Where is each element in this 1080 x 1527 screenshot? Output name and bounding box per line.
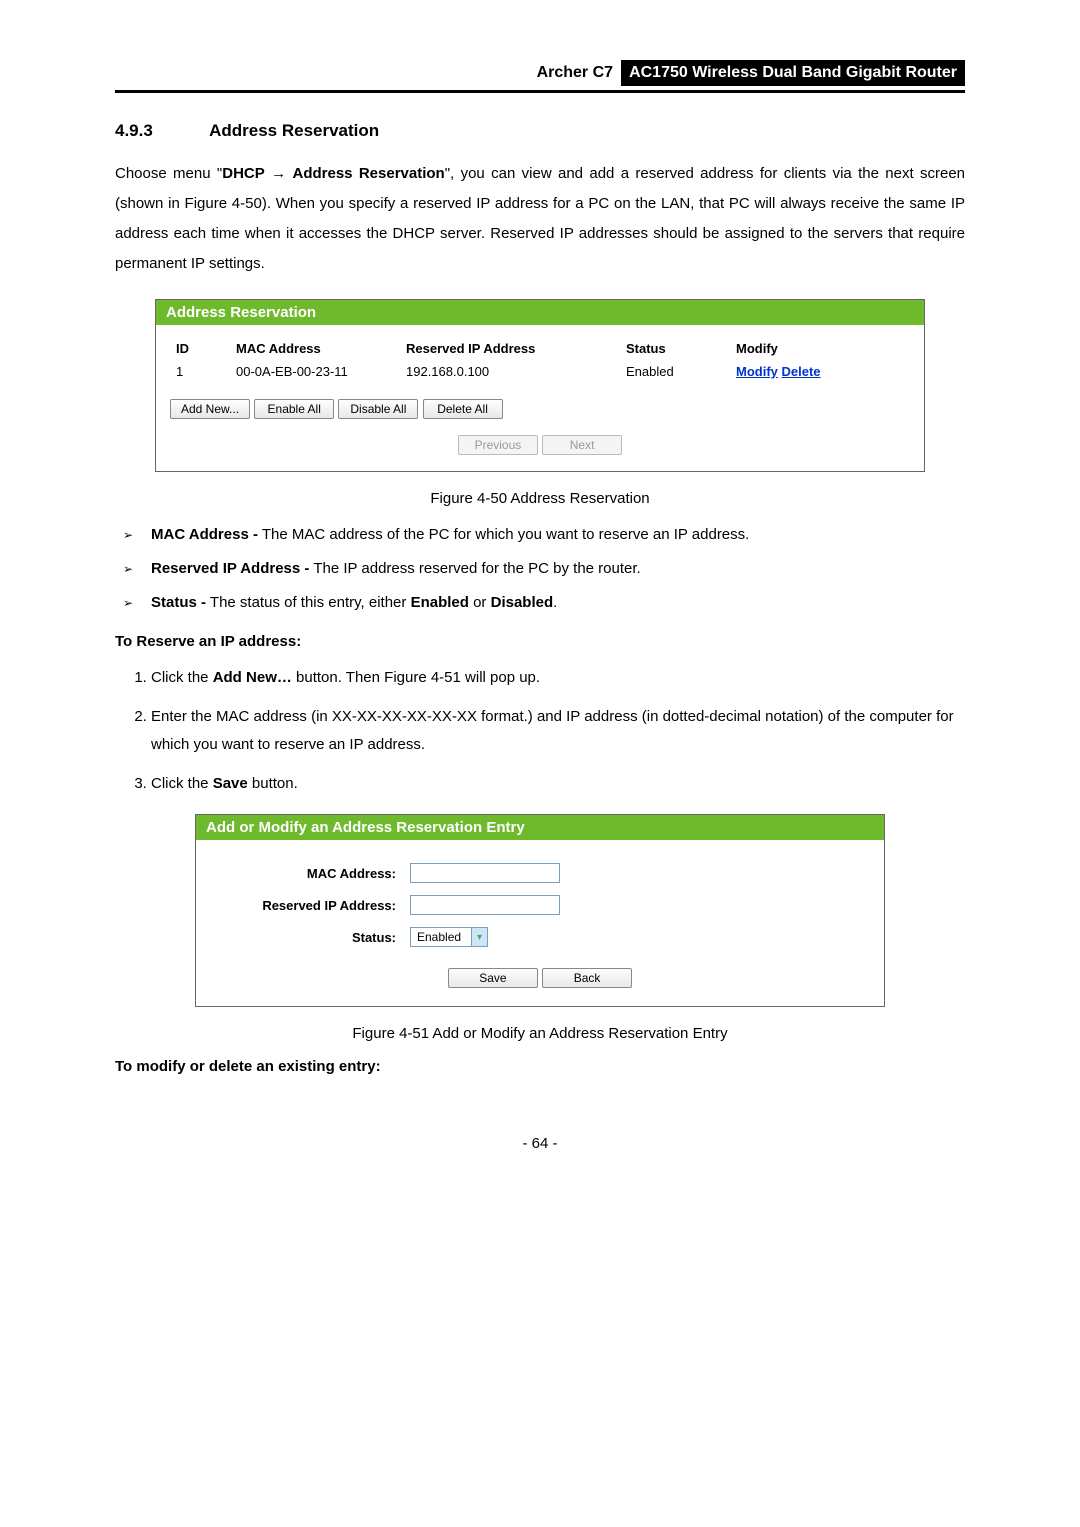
panel2-body: MAC Address: Reserved IP Address: Status… xyxy=(196,840,884,1006)
enabled-word: Enabled xyxy=(411,594,469,611)
desc-status-a: The status of this entry, either xyxy=(206,594,411,611)
add-new-button[interactable]: Add New... xyxy=(170,399,250,419)
term-status: Status - xyxy=(151,594,206,611)
ip-input[interactable] xyxy=(410,895,560,915)
panel-body: ID MAC Address Reserved IP Address Statu… xyxy=(156,325,924,471)
next-button[interactable]: Next xyxy=(542,435,622,455)
label-mac: MAC Address: xyxy=(212,858,402,888)
bullet-ip: Reserved IP Address - The IP address res… xyxy=(141,557,965,581)
col-ip: Reserved IP Address xyxy=(400,339,620,362)
table-row: 1 00-0A-EB-00-23-11 192.168.0.100 Enable… xyxy=(170,362,910,381)
col-id: ID xyxy=(170,339,230,362)
figure-caption-1: Figure 4-50 Address Reservation xyxy=(115,490,965,507)
reserve-steps: Click the Add New… button. Then Figure 4… xyxy=(115,664,965,798)
desc-mac: The MAC address of the PC for which you … xyxy=(258,526,749,543)
enable-all-button[interactable]: Enable All xyxy=(254,399,334,419)
page-header: Archer C7 AC1750 Wireless Dual Band Giga… xyxy=(115,60,965,93)
col-mac: MAC Address xyxy=(230,339,400,362)
button-row: Add New... Enable All Disable All Delete… xyxy=(170,399,910,419)
bullet-status: Status - The status of this entry, eithe… xyxy=(141,591,965,615)
cell-ip: 192.168.0.100 xyxy=(400,362,620,381)
panel-title: Address Reservation xyxy=(156,300,924,325)
section-heading: 4.9.3 Address Reservation xyxy=(115,121,965,141)
s1c: button. Then Figure 4-51 will pop up. xyxy=(292,669,540,686)
col-modify: Modify xyxy=(730,339,910,362)
cell-id: 1 xyxy=(170,362,230,381)
dot: . xyxy=(553,594,557,611)
cell-modify: Modify Delete xyxy=(730,362,910,381)
field-descriptions: MAC Address - The MAC address of the PC … xyxy=(115,523,965,615)
delete-all-button[interactable]: Delete All xyxy=(423,399,503,419)
menu-address-reservation: Address Reservation xyxy=(292,165,444,182)
section-title: Address Reservation xyxy=(209,121,379,140)
figure-address-reservation-panel: Address Reservation ID MAC Address Reser… xyxy=(155,299,925,472)
s3a: Click the xyxy=(151,775,213,792)
form-buttons: Save Back xyxy=(210,968,870,988)
reservation-table: ID MAC Address Reserved IP Address Statu… xyxy=(170,339,910,381)
cell-status: Enabled xyxy=(620,362,730,381)
save-button[interactable]: Save xyxy=(448,968,538,988)
reserve-heading: To Reserve an IP address: xyxy=(115,633,965,650)
arrow-icon: → xyxy=(271,165,286,182)
header-model: Archer C7 xyxy=(537,64,613,82)
term-ip: Reserved IP Address - xyxy=(151,560,309,577)
header-title: AC1750 Wireless Dual Band Gigabit Router xyxy=(621,60,965,86)
disable-all-button[interactable]: Disable All xyxy=(338,399,418,419)
form-table: MAC Address: Reserved IP Address: Status… xyxy=(210,856,870,954)
form-row-mac: MAC Address: xyxy=(212,858,868,888)
page-number: - 64 - xyxy=(115,1135,965,1152)
step-2: Enter the MAC address (in XX-XX-XX-XX-XX… xyxy=(151,703,965,760)
section-number: 4.9.3 xyxy=(115,121,205,141)
or-word: or xyxy=(469,594,491,611)
s1a: Click the xyxy=(151,669,213,686)
modify-heading: To modify or delete an existing entry: xyxy=(115,1058,965,1075)
col-status: Status xyxy=(620,339,730,362)
term-mac: MAC Address - xyxy=(151,526,258,543)
form-row-status: Status: Enabled ▾ xyxy=(212,922,868,952)
back-button[interactable]: Back xyxy=(542,968,632,988)
label-status: Status: xyxy=(212,922,402,952)
label-ip: Reserved IP Address: xyxy=(212,890,402,920)
s3b: Save xyxy=(213,775,248,792)
bullet-mac: MAC Address - The MAC address of the PC … xyxy=(141,523,965,547)
step-1: Click the Add New… button. Then Figure 4… xyxy=(151,664,965,693)
panel2-title: Add or Modify an Address Reservation Ent… xyxy=(196,815,884,840)
status-value: Enabled xyxy=(411,928,471,946)
chevron-down-icon: ▾ xyxy=(471,928,487,946)
figure-caption-2: Figure 4-51 Add or Modify an Address Res… xyxy=(115,1025,965,1042)
delete-link[interactable]: Delete xyxy=(782,364,821,379)
menu-dhcp: DHCP xyxy=(222,165,265,182)
form-row-ip: Reserved IP Address: xyxy=(212,890,868,920)
figure-add-modify-panel: Add or Modify an Address Reservation Ent… xyxy=(195,814,885,1007)
modify-link[interactable]: Modify xyxy=(736,364,778,379)
pagination-row: Previous Next xyxy=(170,435,910,455)
step-3: Click the Save button. xyxy=(151,770,965,799)
table-header-row: ID MAC Address Reserved IP Address Statu… xyxy=(170,339,910,362)
intro-prefix: Choose menu " xyxy=(115,165,222,182)
mac-input[interactable] xyxy=(410,863,560,883)
intro-paragraph: Choose menu "DHCP → Address Reservation"… xyxy=(115,159,965,279)
s1b: Add New… xyxy=(213,669,292,686)
disabled-word: Disabled xyxy=(491,594,554,611)
desc-ip: The IP address reserved for the PC by th… xyxy=(309,560,640,577)
cell-mac: 00-0A-EB-00-23-11 xyxy=(230,362,400,381)
previous-button[interactable]: Previous xyxy=(458,435,538,455)
status-select[interactable]: Enabled ▾ xyxy=(410,927,488,947)
s3c: button. xyxy=(248,775,298,792)
